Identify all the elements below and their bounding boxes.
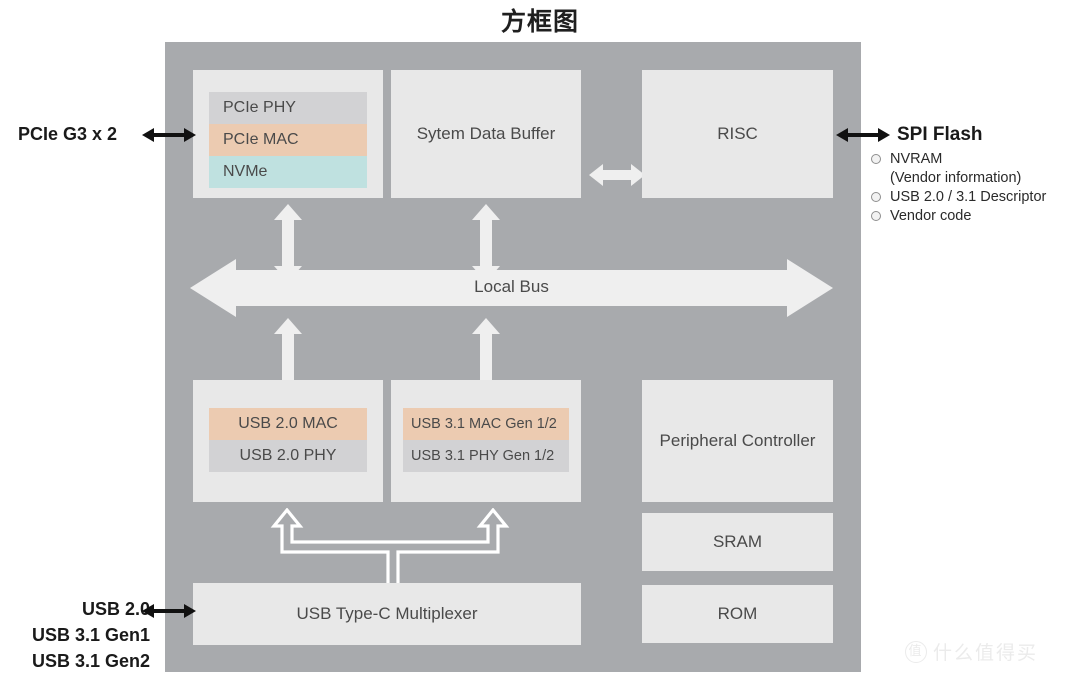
page-title: 方框图 (500, 8, 579, 36)
usb20-mac-row: USB 2.0 MAC (209, 408, 367, 440)
label-usb20: USB 2.0 (81, 599, 150, 619)
block-risc: RISC (642, 70, 833, 198)
pcie-mac-row: PCIe MAC (209, 124, 367, 156)
block-pcie-stack: PCIe PHY PCIe MAC NVMe (193, 70, 383, 198)
bullet-icon (871, 192, 881, 202)
block-diagram-panel: PCIe PHY PCIe MAC NVMe Sytem Data Buffer… (165, 42, 861, 672)
usb20-phy-row: USB 2.0 PHY (209, 440, 367, 472)
block-usb20-stack: USB 2.0 MAC USB 2.0 PHY (193, 380, 383, 502)
usb31-mac-row: USB 3.1 MAC Gen 1/2 (403, 408, 569, 440)
block-peripheral-controller: Peripheral Controller (642, 380, 833, 502)
pcie-phy-row: PCIe PHY (209, 92, 367, 124)
block-type-c-multiplexer: USB Type-C Multiplexer (193, 583, 581, 645)
spi-list-item-nvram: NVRAM (871, 150, 1076, 169)
label-usb31-gen2: USB 3.1 Gen2 (31, 651, 150, 671)
watermark-logo-icon: 值 (905, 640, 927, 663)
label-pcie-g3: PCIe G3 x 2 (18, 124, 118, 144)
bullet-icon (871, 211, 881, 221)
spi-flash-contents-list: NVRAM (Vendor information) USB 2.0 / 3.1… (871, 150, 1076, 226)
spi-list-item-label: (Vendor information) (890, 170, 1022, 186)
bullet-icon (871, 154, 881, 164)
label-usb-group: USB 2.0 USB 3.1 Gen1 USB 3.1 Gen2 (10, 596, 150, 674)
nvme-row: NVMe (209, 156, 367, 188)
spi-list-item-label: NVRAM (890, 151, 943, 167)
arrow-spi-external (836, 128, 890, 142)
block-sram: SRAM (642, 513, 833, 571)
block-usb31-stack: USB 3.1 MAC Gen 1/2 USB 3.1 PHY Gen 1/2 (391, 380, 581, 502)
block-system-data-buffer: Sytem Data Buffer (391, 70, 581, 198)
watermark-text: 什么值得买 (933, 643, 1039, 664)
spi-list-item-vendor-information: (Vendor information) (871, 169, 1076, 188)
label-spi-flash: SPI Flash (897, 124, 983, 145)
spi-list-item-label: USB 2.0 / 3.1 Descriptor (890, 189, 1047, 205)
block-rom: ROM (642, 585, 833, 643)
spi-list-item-vendor-code: Vendor code (871, 207, 1076, 226)
label-usb31-gen1: USB 3.1 Gen1 (31, 625, 150, 645)
watermark: 值 什么值得买 (905, 638, 1038, 665)
arrow-usb-external (142, 604, 196, 618)
spi-list-item-label: Vendor code (890, 208, 972, 224)
arrow-buffer-risc (589, 164, 645, 186)
arrow-pcie-external (142, 128, 196, 142)
spi-list-item-usb-descriptor: USB 2.0 / 3.1 Descriptor (871, 188, 1076, 207)
usb31-phy-row: USB 3.1 PHY Gen 1/2 (403, 440, 569, 472)
local-bus-arrow (190, 259, 833, 317)
